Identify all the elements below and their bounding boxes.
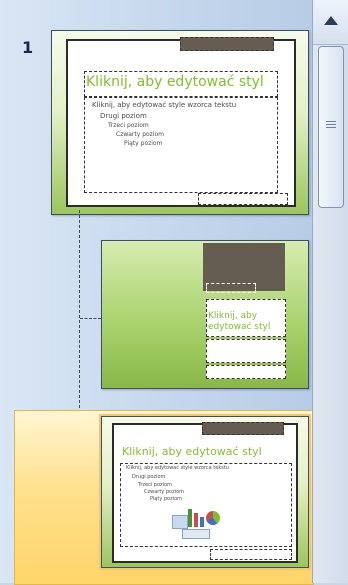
- footer-placeholder: [206, 365, 286, 379]
- vertical-scrollbar[interactable]: [312, 0, 348, 583]
- bullet-level-3: Trzeci poziom: [138, 482, 172, 488]
- chevron-up-icon: [324, 16, 338, 25]
- grip-lines-icon: [326, 121, 336, 129]
- bullet-level-3: Trzeci poziom: [108, 122, 149, 129]
- slide-thumbnails-pane: 1 Kliknij, aby edytować styl Kliknij, ab…: [0, 0, 314, 585]
- scroll-thumb[interactable]: [318, 46, 344, 208]
- bullet-level-1: Kliknij, aby edytować style wzorca tekst…: [126, 465, 229, 471]
- slide-title: Kliknij, aby edytować styl: [86, 74, 264, 90]
- slide-thumbnail-layout-1[interactable]: Kliknij, aby edytować styl: [101, 240, 309, 389]
- slide-content-area: Kliknij, aby edytować styl Kliknij, aby …: [112, 422, 298, 563]
- scroll-up-button[interactable]: [313, 0, 348, 45]
- content-icons-icon: [168, 501, 224, 541]
- text-placeholder: [206, 339, 286, 363]
- slide-content-area: Kliknij, aby edytować styl Kliknij, aby …: [66, 37, 296, 207]
- slide-thumbnail-layout-2[interactable]: Kliknij, aby edytować styl Kliknij, aby …: [99, 414, 311, 570]
- bullet-level-2: Drugi poziom: [132, 474, 166, 480]
- tree-branch: [80, 318, 101, 319]
- footer-placeholder: [198, 193, 288, 205]
- bullet-level-4: Czwarty poziom: [116, 131, 165, 138]
- bullet-level-5: Piąty poziom: [124, 140, 163, 147]
- slide-title: Kliknij, aby edytować styl: [208, 311, 271, 332]
- bullet-level-4: Czwarty poziom: [144, 489, 185, 495]
- slide-thumbnail-master[interactable]: Kliknij, aby edytować styl Kliknij, aby …: [51, 30, 309, 215]
- slide-title: Kliknij, aby edytować styl: [122, 445, 262, 458]
- bullet-level-2: Drugi poziom: [100, 112, 147, 120]
- date-placeholder: [206, 283, 256, 293]
- header-placeholder: [202, 422, 284, 435]
- slide-number: 1: [22, 38, 34, 57]
- header-placeholder: [180, 37, 274, 51]
- bullet-level-1: Kliknij, aby edytować style wzorca tekst…: [92, 101, 237, 109]
- footer-placeholder: [210, 549, 292, 560]
